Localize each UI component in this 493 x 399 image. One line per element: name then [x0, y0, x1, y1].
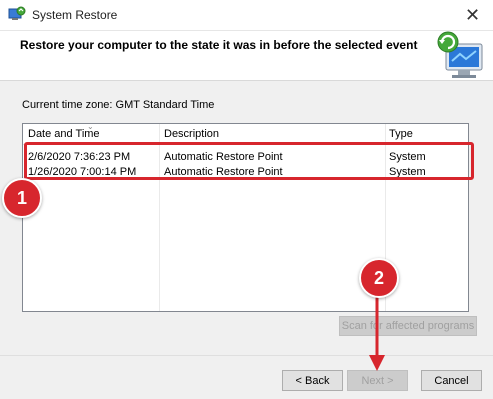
scan-affected-programs-button[interactable]: Scan for affected programs — [339, 316, 477, 336]
column-header-description[interactable]: Description — [164, 128, 219, 140]
computer-restore-icon — [437, 31, 483, 78]
page-heading: Restore your computer to the state it wa… — [20, 38, 418, 52]
column-header-type[interactable]: Type — [389, 128, 413, 140]
close-button[interactable]: ✕ — [452, 0, 493, 30]
system-restore-icon — [8, 6, 26, 20]
timezone-label: Current time zone: GMT Standard Time — [22, 99, 215, 111]
cancel-button[interactable]: Cancel — [421, 370, 482, 391]
annotation-badge-2: 2 — [359, 258, 399, 298]
footer-divider — [0, 355, 493, 356]
annotation-badge-1: 1 — [2, 178, 42, 218]
down-arrow-icon — [369, 285, 385, 371]
column-header-date[interactable]: Date and Time — [28, 128, 100, 140]
back-button[interactable]: < Back — [282, 370, 343, 391]
rows-highlight-box — [24, 142, 474, 180]
window-title: System Restore — [32, 8, 118, 22]
